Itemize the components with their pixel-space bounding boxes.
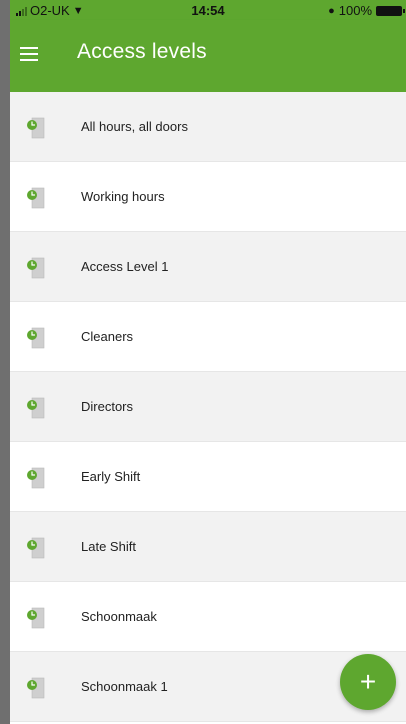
door-clock-icon (27, 187, 45, 209)
list-item-label: Access Level 1 (81, 259, 169, 274)
alarm-icon: ● (328, 4, 335, 17)
list-item-label: Cleaners (81, 329, 134, 344)
door-clock-icon (27, 607, 45, 629)
add-access-level-button[interactable]: + (340, 654, 396, 710)
status-bar: O2-UK ▼ 14:54 ● 100% (10, 0, 406, 20)
battery-icon (376, 5, 405, 16)
door-clock-icon (27, 117, 45, 139)
door-clock-icon (27, 467, 45, 489)
door-clock-icon (27, 257, 45, 279)
list-item[interactable]: All hours, all doors (10, 92, 406, 162)
list-item-label: All hours, all doors (81, 119, 188, 134)
list-item[interactable]: Late Shift (10, 512, 406, 582)
status-right: ● 100% (328, 3, 405, 18)
door-clock-icon (27, 537, 45, 559)
list-item-label: Early Shift (81, 469, 141, 484)
battery-percent: 100% (338, 3, 372, 18)
access-level-list: All hours, all doors Working hours Acces… (10, 92, 406, 722)
list-item[interactable]: Access Level 1 (10, 232, 406, 302)
door-clock-icon (27, 397, 45, 419)
door-clock-icon (27, 327, 45, 349)
list-item[interactable]: Directors (10, 372, 406, 442)
list-item[interactable]: Working hours (10, 162, 406, 232)
list-item[interactable]: Schoonmaak (10, 582, 406, 652)
menu-icon[interactable] (20, 45, 42, 65)
list-item-label: Schoonmaak (81, 609, 157, 624)
list-item-label: Schoonmaak 1 (81, 679, 168, 694)
list-item[interactable]: Early Shift (10, 442, 406, 512)
list-item-label: Working hours (81, 189, 165, 204)
app-bar: Access levels (10, 20, 406, 92)
list-item-label: Late Shift (81, 539, 136, 554)
door-clock-icon (27, 677, 45, 699)
list-item-label: Directors (81, 399, 134, 414)
page-title: Access levels (77, 40, 207, 63)
list-item[interactable]: Cleaners (10, 302, 406, 372)
app-screen: O2-UK ▼ 14:54 ● 100% Access levels All h… (10, 0, 406, 724)
device-frame-edge (0, 0, 10, 724)
